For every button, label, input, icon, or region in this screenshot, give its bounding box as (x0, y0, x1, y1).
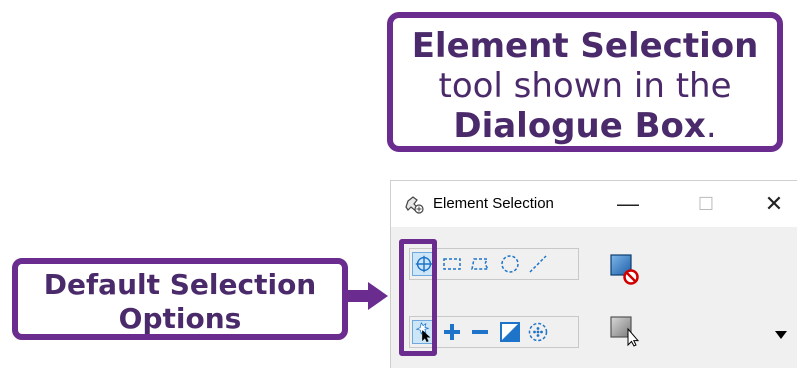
chevron-down-icon[interactable] (775, 331, 787, 339)
callout-arrow-head (368, 282, 388, 310)
circle-method-icon[interactable] (498, 252, 522, 276)
callout-left-line1: Default Selection (43, 268, 317, 301)
select-all-icon[interactable] (609, 315, 641, 347)
subtract-mode-icon[interactable] (468, 320, 492, 344)
clear-selection-icon[interactable] (609, 253, 641, 285)
callout-arrow-shaft (348, 290, 370, 302)
callout-line2: tool shown in the (438, 66, 732, 106)
callout-line3-end: . (705, 106, 717, 146)
dialog-title: Element Selection (433, 195, 554, 212)
block-method-icon[interactable] (440, 252, 464, 276)
default-options-highlight (399, 239, 437, 356)
title-bar[interactable]: Element Selection — ☐ ✕ (391, 181, 797, 227)
shape-method-icon[interactable] (468, 252, 492, 276)
callout-title: Element Selection (411, 26, 759, 66)
callout-line3-bold: Dialogue Box (453, 106, 706, 146)
element-selection-dialog: Element Selection — ☐ ✕ (390, 180, 797, 368)
element-selection-callout: Element Selection tool shown in the Dial… (387, 12, 783, 152)
default-selection-callout: Default Selection Options (12, 258, 348, 340)
close-button[interactable]: ✕ (759, 189, 789, 219)
add-mode-icon[interactable] (440, 320, 464, 344)
element-selection-app-icon (405, 196, 424, 214)
invert-mode-icon[interactable] (498, 320, 522, 344)
callout-line3: Dialogue Box. (393, 106, 777, 146)
minimize-button[interactable]: — (613, 189, 643, 219)
maximize-button[interactable]: ☐ (691, 189, 721, 219)
callout-left-line2: Options (118, 302, 242, 335)
line-method-icon[interactable] (526, 252, 550, 276)
clear-mode-icon[interactable] (526, 320, 550, 344)
